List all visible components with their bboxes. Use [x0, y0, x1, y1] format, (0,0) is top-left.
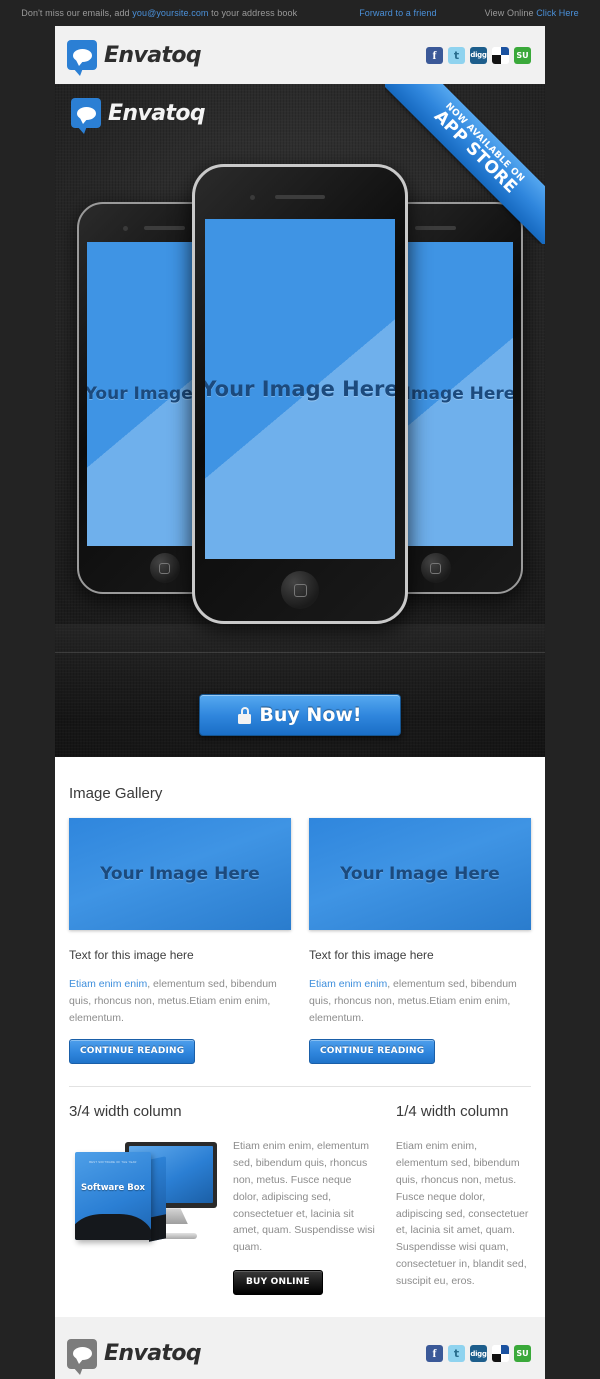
- gallery-image-text: Your Image Here: [100, 864, 260, 884]
- hero-logo: Envatoq: [71, 98, 206, 134]
- view-online-link[interactable]: Click Here: [536, 8, 579, 18]
- stumbleupon-icon[interactable]: SU: [514, 46, 531, 64]
- email-header: Envatoq f t digg SU: [55, 26, 545, 84]
- phone-center-screen: Your Image Here: [205, 219, 395, 559]
- wide-column-body: Etiam enim enim, elementum sed, bibendum…: [233, 1140, 375, 1254]
- home-button-icon: [281, 571, 319, 609]
- two-column-section: 3/4 width column BEST SOFTWARE OF THE YE…: [69, 1087, 531, 1295]
- email-content: Image Gallery Your Image Here Text for t…: [55, 757, 545, 1317]
- preheader-note-after: to your address book: [208, 8, 298, 18]
- wide-column: 3/4 width column BEST SOFTWARE OF THE YE…: [69, 1103, 378, 1295]
- view-online: View Online Click Here: [485, 8, 579, 18]
- preheader-email-link[interactable]: you@yoursite.com: [132, 8, 208, 18]
- gallery-inline-link[interactable]: Etiam enim enim: [69, 978, 147, 990]
- gallery-title: Image Gallery: [69, 785, 163, 802]
- footer-spacer: [55, 1316, 545, 1325]
- buy-online-button[interactable]: BUY ONLINE: [233, 1269, 323, 1295]
- ribbon-line-2: APP STORE: [429, 106, 522, 198]
- footer-logo[interactable]: Envatoq: [67, 1338, 202, 1375]
- box-side: [149, 1156, 166, 1243]
- narrow-column-body: Etiam enim enim, elementum sed, bibendum…: [395, 1140, 529, 1287]
- narrow-column: 1/4 width column Etiam enim enim, elemen…: [396, 1103, 531, 1295]
- gallery-body: Etiam enim enim, elementum sed, bibendum…: [309, 976, 531, 1026]
- gallery-inline-link[interactable]: Etiam enim enim: [309, 978, 387, 990]
- wide-column-title: 3/4 width column: [69, 1103, 182, 1121]
- camera-icon: [249, 195, 255, 200]
- twitter-icon[interactable]: t: [448, 1345, 465, 1363]
- twitter-icon[interactable]: t: [448, 46, 465, 64]
- preheader-note: Don't miss our emails, add you@yoursite.…: [21, 8, 297, 18]
- forward-to-friend-link[interactable]: Forward to a friend: [359, 8, 436, 18]
- image-gallery: Your Image Here Text for this image here…: [69, 818, 531, 1065]
- software-box-image: BEST SOFTWARE OF THE YEAR Software Box: [69, 1138, 219, 1243]
- gallery-image-text: Your Image Here: [340, 864, 500, 884]
- speaker-icon: [143, 226, 185, 230]
- email-footer: Envatoq f t digg SU: [55, 1324, 545, 1379]
- facebook-icon[interactable]: f: [426, 1345, 443, 1363]
- gallery-body: Etiam enim enim, elementum sed, bibendum…: [69, 976, 291, 1026]
- speech-bubble-icon: [67, 40, 97, 76]
- box-front: BEST SOFTWARE OF THE YEAR Software Box: [75, 1152, 151, 1241]
- speech-bubble-icon: [71, 98, 101, 134]
- gallery-image-placeholder[interactable]: Your Image Here: [309, 818, 531, 930]
- brand-name: Envatoq: [104, 42, 202, 68]
- preheader-bar: Don't miss our emails, add you@yoursite.…: [0, 0, 600, 26]
- home-button-icon: [420, 553, 451, 583]
- box-tagline: BEST SOFTWARE OF THE YEAR: [89, 1161, 137, 1165]
- stumbleupon-icon[interactable]: SU: [514, 1345, 531, 1363]
- home-button-icon: [149, 553, 180, 583]
- speech-bubble-icon: [67, 1338, 97, 1375]
- email-preview-page: Don't miss our emails, add you@yoursite.…: [0, 0, 600, 1379]
- phone-center: Your Image Here: [192, 164, 408, 624]
- email-body: Envatoq f t digg SU Envatoq NOW AVAILABL…: [55, 26, 545, 1379]
- delicious-icon[interactable]: [492, 1345, 509, 1363]
- header-social-links: f t digg SU: [426, 46, 531, 64]
- gallery-item: Your Image Here Text for this image here…: [69, 818, 291, 1065]
- hero-section: Envatoq NOW AVAILABLE ON APP STORE Your …: [55, 84, 545, 757]
- box-name: Software Box: [80, 1183, 146, 1194]
- gallery-item: Your Image Here Text for this image here…: [309, 818, 531, 1065]
- digg-icon[interactable]: digg: [470, 46, 487, 64]
- hero-brand-name: Envatoq: [108, 100, 206, 126]
- preheader-note-before: Don't miss our emails, add: [21, 8, 133, 18]
- buy-now-button[interactable]: Buy Now!: [199, 694, 401, 736]
- narrow-column-title: 1/4 width column: [395, 1103, 509, 1121]
- digg-icon[interactable]: digg: [470, 1345, 487, 1363]
- continue-reading-button[interactable]: CONTINUE READING: [309, 1039, 436, 1065]
- buy-now-label: Buy Now!: [259, 704, 362, 726]
- gallery-caption: Text for this image here: [69, 948, 194, 962]
- facebook-icon[interactable]: f: [426, 46, 443, 64]
- continue-reading-button[interactable]: CONTINUE READING: [69, 1039, 196, 1065]
- view-online-label: View Online: [484, 8, 537, 18]
- delicious-icon[interactable]: [492, 46, 509, 64]
- header-logo[interactable]: Envatoq: [67, 40, 202, 76]
- camera-icon: [123, 226, 129, 231]
- lock-icon: [238, 706, 252, 724]
- phone-center-screen-text: Your Image Here: [205, 377, 395, 401]
- footer-brand-name: Envatoq: [104, 1341, 202, 1367]
- speaker-icon: [274, 195, 326, 199]
- footer-social-links: f t digg SU: [426, 1345, 531, 1363]
- app-store-ribbon: NOW AVAILABLE ON APP STORE: [385, 84, 545, 244]
- gallery-caption: Text for this image here: [309, 948, 434, 962]
- gallery-image-placeholder[interactable]: Your Image Here: [69, 818, 291, 930]
